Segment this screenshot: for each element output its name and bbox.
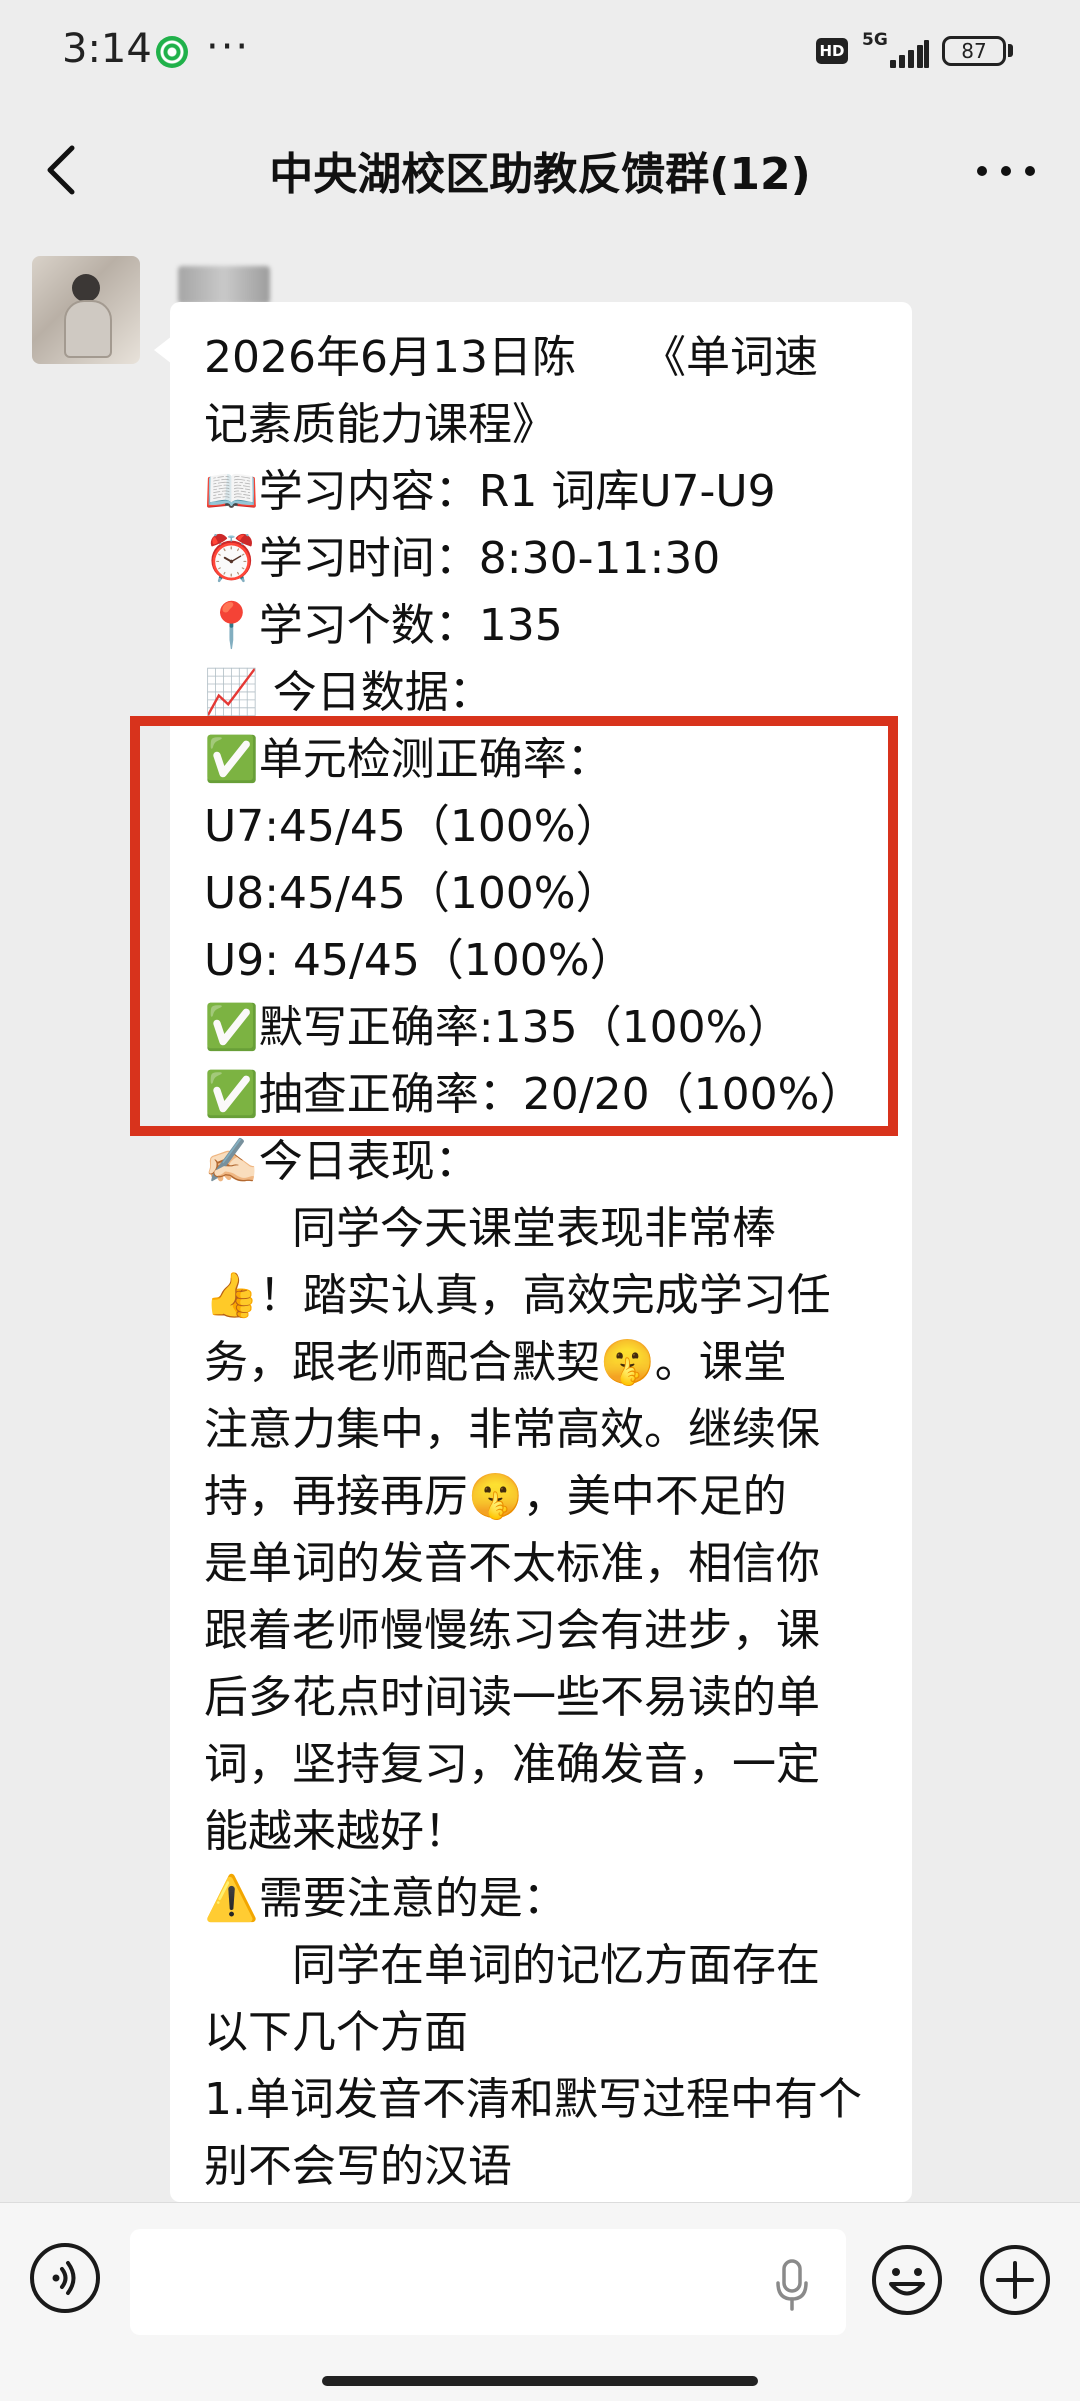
battery-icon: 87: [942, 36, 1006, 66]
message-line: ⏰学习时间：8:30-11:30: [204, 533, 721, 584]
message-line: 能越来越好！: [204, 1806, 468, 1857]
message-line: 同学在单词的记忆方面存在: [204, 1940, 820, 1991]
input-bar: [0, 2202, 1080, 2401]
home-indicator[interactable]: [322, 2376, 758, 2386]
back-button[interactable]: [38, 140, 88, 200]
message-line: 别不会写的汉语: [204, 2141, 512, 2192]
emoji-button[interactable]: [870, 2243, 944, 2317]
message-line: 务，跟老师配合默契🤫。课堂: [204, 1337, 787, 1388]
status-time: 3:14: [62, 26, 152, 72]
message-line: 是单词的发音不太标准，相信你: [204, 1538, 820, 1589]
more-options-button[interactable]: [966, 146, 1046, 196]
message-line: 持，再接再厉🤫，美中不足的: [204, 1471, 787, 1522]
microphone-icon[interactable]: [772, 2257, 812, 2313]
message-line: 2026年6月13日陈 《单词速: [204, 332, 818, 383]
message-input[interactable]: [130, 2229, 846, 2335]
plus-icon: [980, 2245, 1050, 2315]
hd-badge: HD: [816, 38, 848, 64]
message-text: 2026年6月13日陈 《单词速 记素质能力课程》 📖学习内容：R1 词库U7-…: [204, 324, 894, 2200]
emoji-icon: [872, 2245, 942, 2315]
more-dots-icon: [977, 166, 1035, 176]
message-line: 跟着老师慢慢练习会有进步，课: [204, 1605, 820, 1656]
back-arrow-icon: [47, 145, 75, 195]
signal-icon: [890, 40, 930, 68]
chat-header: 中央湖校区助教反馈群(12): [0, 100, 1080, 240]
chat-title: 中央湖校区助教反馈群(12): [269, 149, 811, 200]
voice-icon: [52, 2261, 76, 2295]
message-line: 记素质能力课程》: [204, 399, 556, 450]
message-line: 注意力集中，非常高效。继续保: [204, 1404, 820, 1455]
status-more-indicator: ···: [206, 24, 251, 70]
status-bar: 3:14 ··· HD 5G 87: [0, 0, 1080, 100]
message-line: 👍！踏实认真，高效完成学习任: [204, 1270, 831, 1321]
message-line: 1.单词发音不清和默写过程中有个: [204, 2074, 862, 2125]
red-highlight-box: [130, 716, 898, 1136]
message-line: 后多花点时间读一些不易读的单: [204, 1672, 820, 1723]
network-type: 5G: [862, 30, 888, 50]
message-line: 以下几个方面: [204, 2007, 468, 2058]
battery-tip: [1008, 44, 1013, 57]
voice-toggle-button[interactable]: [30, 2243, 100, 2313]
message-line: 同学今天课堂表现非常棒: [204, 1203, 776, 1254]
sender-avatar[interactable]: [32, 256, 140, 364]
message-line: 📖学习内容：R1 词库U7-U9: [204, 466, 776, 517]
message-line: ⚠️需要注意的是：: [204, 1873, 567, 1924]
app-notification-icon: [156, 36, 188, 68]
message-line: 词，坚持复习，准确发音，一定: [204, 1739, 820, 1790]
message-bubble[interactable]: 2026年6月13日陈 《单词速 记素质能力课程》 📖学习内容：R1 词库U7-…: [170, 302, 912, 2202]
more-functions-button[interactable]: [978, 2243, 1052, 2317]
message-line: ✍🏻今日表现：: [204, 1136, 479, 1187]
message-line: 📍学习个数：135: [204, 600, 563, 651]
sender-name-blurred: [178, 266, 270, 304]
